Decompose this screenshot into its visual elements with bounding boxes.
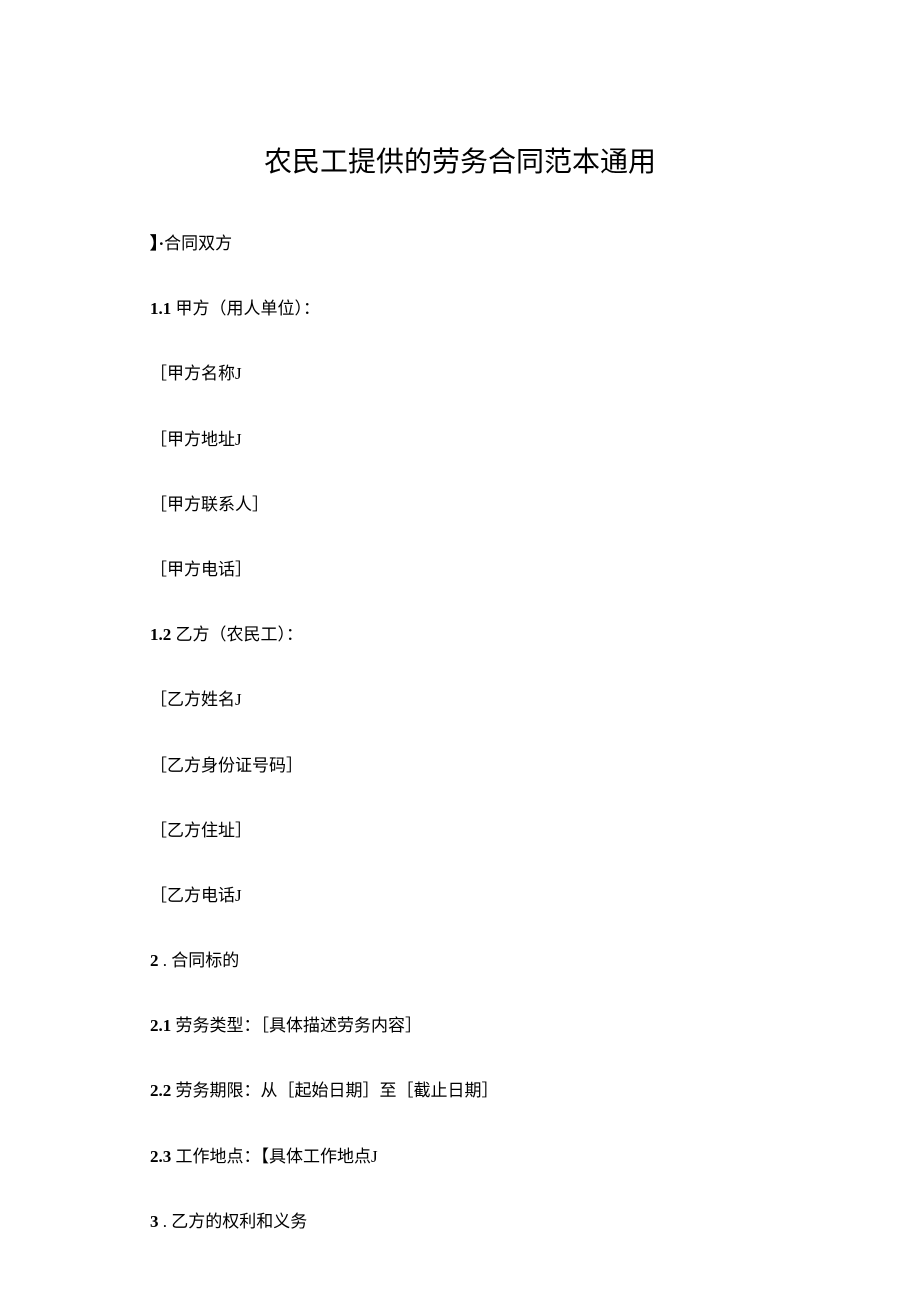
party-a-phone-field: ［甲方电话］ — [150, 556, 770, 583]
clause-1-1: 1.1 甲方（用人单位）： — [150, 295, 770, 322]
party-a-name-field: ［甲方名称J — [150, 360, 770, 387]
section-3-header: 3 . 乙方的权利和义务 — [150, 1208, 770, 1235]
clause-1-1-text: 甲方（用人单位）： — [171, 299, 320, 318]
clause-2-2-number: 2.2 — [150, 1081, 171, 1100]
section-1-text: 合同双方 — [164, 234, 232, 253]
document-title: 农民工提供的劳务合同范本通用 — [150, 140, 770, 180]
clause-1-2: 1.2 乙方（农民工）： — [150, 621, 770, 648]
clause-2-3-number: 2.3 — [150, 1147, 171, 1166]
section-3-text: . 乙方的权利和义务 — [159, 1212, 308, 1231]
section-1-header: 】·合同双方 — [150, 230, 770, 257]
section-3-number: 3 — [150, 1212, 159, 1231]
clause-2-1-text: 劳务类型：［具体描述劳务内容］ — [171, 1016, 422, 1035]
clause-1-1-number: 1.1 — [150, 299, 171, 318]
section-2-number: 2 — [150, 951, 159, 970]
clause-2-2: 2.2 劳务期限：从［起始日期］至［截止日期］ — [150, 1077, 770, 1104]
section-2-header: 2 . 合同标的 — [150, 947, 770, 974]
clause-2-1: 2.1 劳务类型：［具体描述劳务内容］ — [150, 1012, 770, 1039]
clause-2-2-text: 劳务期限：从［起始日期］至［截止日期］ — [171, 1081, 498, 1100]
section-2-text: . 合同标的 — [159, 951, 240, 970]
clause-2-1-number: 2.1 — [150, 1016, 171, 1035]
clause-1-2-text: 乙方（农民工）： — [171, 625, 303, 644]
party-a-address-field: ［甲方地址J — [150, 426, 770, 453]
party-a-contact-field: ［甲方联系人］ — [150, 491, 770, 518]
party-b-phone-field: ［乙方电话J — [150, 882, 770, 909]
party-b-address-field: ［乙方住址］ — [150, 817, 770, 844]
clause-1-2-number: 1.2 — [150, 625, 171, 644]
clause-2-3-text: 工作地点：【具体工作地点J — [171, 1147, 377, 1166]
party-b-name-field: ［乙方姓名J — [150, 686, 770, 713]
party-b-id-field: ［乙方身份证号码］ — [150, 752, 770, 779]
section-1-prefix: 】· — [150, 234, 164, 253]
clause-2-3: 2.3 工作地点：【具体工作地点J — [150, 1143, 770, 1170]
